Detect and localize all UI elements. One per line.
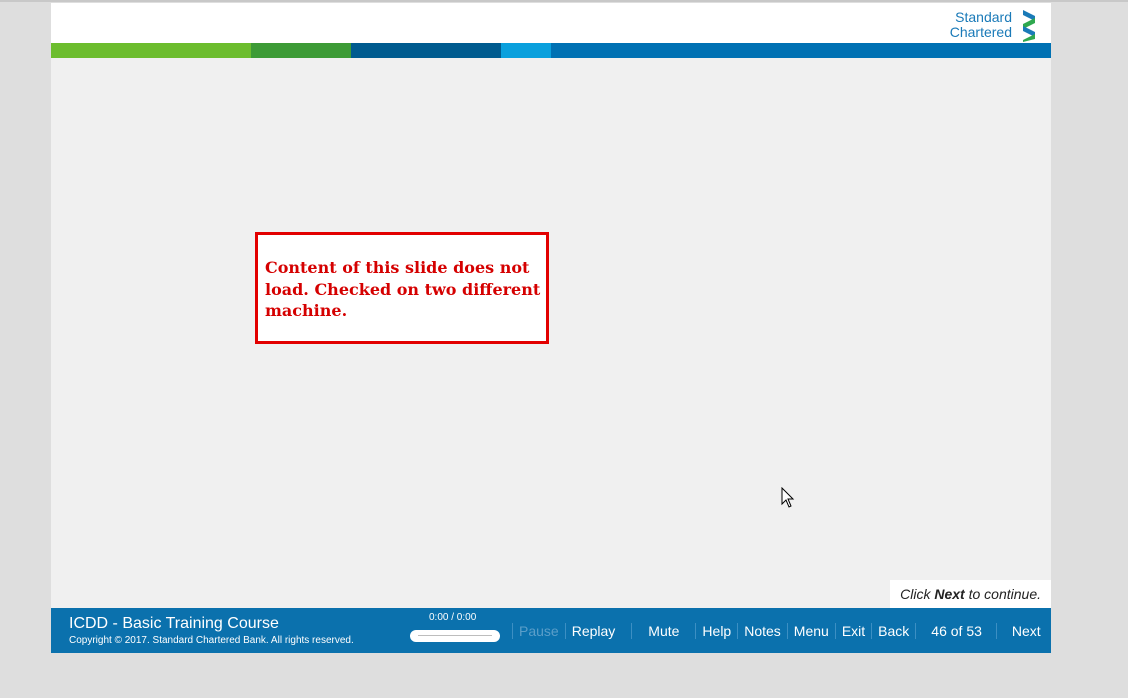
course-title: ICDD - Basic Training Course (69, 615, 279, 632)
annotation-text: Content of this slide does not load. Che… (265, 258, 541, 320)
stripe-segment (351, 43, 501, 58)
logo-line1: Standard (955, 9, 1012, 25)
back-button[interactable]: Back (871, 622, 915, 639)
help-button[interactable]: Help (695, 622, 737, 639)
course-player: Standard Chartered Content of this slide… (51, 3, 1051, 653)
replay-button[interactable]: Replay (564, 622, 632, 639)
window-top-rule (0, 0, 1128, 2)
pause-button[interactable]: Pause (512, 622, 565, 639)
audio-progress-bar[interactable] (410, 630, 500, 642)
stripe-segment (251, 43, 351, 58)
logo-line2: Chartered (949, 24, 1012, 40)
audio-progress-track[interactable] (418, 635, 492, 636)
copyright-text: Copyright © 2017. Standard Chartered Ban… (69, 635, 354, 646)
player-footer: ICDD - Basic Training Course Copyright ©… (51, 608, 1051, 653)
mute-button[interactable]: Mute (631, 622, 695, 639)
stripe-segment (551, 43, 1051, 58)
mouse-pointer-icon (781, 487, 795, 508)
continue-hint: Click Next to continue. (890, 580, 1051, 608)
course-header: Standard Chartered (51, 3, 1051, 43)
page-counter: 46 of 53 (915, 622, 996, 639)
menu-button[interactable]: Menu (786, 622, 835, 639)
stripe-segment (51, 43, 251, 58)
standard-chartered-logo-icon (1023, 10, 1035, 42)
exit-button[interactable]: Exit (834, 622, 871, 639)
annotation-box: Content of this slide does not load. Che… (255, 232, 549, 344)
brand-color-stripe (51, 43, 1051, 58)
next-button[interactable]: Next (995, 622, 1047, 639)
continue-hint-prefix: Click (900, 586, 931, 602)
time-readout: 0:00 / 0:00 (429, 612, 477, 623)
stripe-segment (501, 43, 551, 58)
brand-logo: Standard Chartered (950, 8, 1041, 42)
logo-text: Standard Chartered (950, 10, 1012, 40)
continue-hint-suffix: to continue. (968, 586, 1041, 602)
continue-hint-emphasis: Next (934, 586, 965, 602)
notes-button[interactable]: Notes (737, 622, 787, 639)
player-controls: Pause Replay Mute Help Notes Menu Exit B… (512, 608, 1047, 653)
